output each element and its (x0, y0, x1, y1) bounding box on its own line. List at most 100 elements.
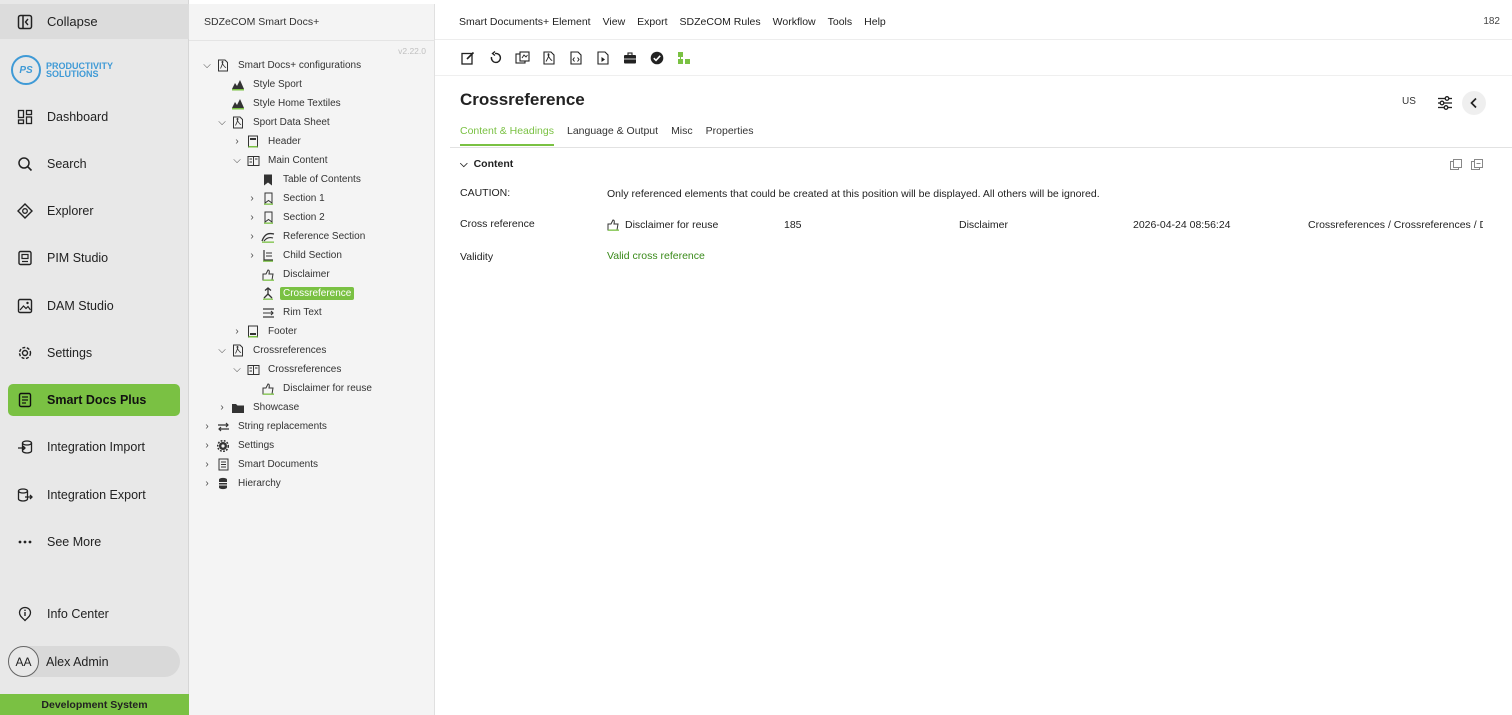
chevron-down-icon[interactable]: ⌵ (201, 60, 213, 71)
tree-node[interactable]: › Header (231, 132, 304, 151)
divider (435, 75, 1512, 76)
structure-tree-panel: SDZeCOM Smart Docs+ v2.22.0 ⌵ Smart Docs… (189, 4, 435, 715)
content-section-header[interactable]: ⌵ Content (460, 158, 513, 170)
nav-item-explorer[interactable]: Explorer (8, 195, 180, 227)
pdf-icon[interactable] (540, 49, 558, 67)
tree-node[interactable]: Style Sport (231, 75, 305, 94)
caution-text: Only referenced elements that could be c… (607, 188, 1100, 200)
chevron-right-icon[interactable]: › (246, 212, 258, 223)
validity-label: Validity (460, 251, 494, 263)
nav-label: Dashboard (47, 110, 109, 124)
chevron-left-icon[interactable] (1462, 91, 1486, 115)
nav-item-info-center[interactable]: Info Center (8, 598, 180, 630)
nav-item-integration-import[interactable]: Integration Import (8, 431, 180, 463)
menu-item-tools[interactable]: Tools (828, 16, 853, 28)
menu-item-export[interactable]: Export (637, 16, 667, 28)
header-icon (246, 135, 260, 149)
chevron-down-icon[interactable]: ⌵ (216, 117, 228, 128)
crossref-name: Disclaimer for reuse (625, 219, 719, 231)
tree-node[interactable]: › Reference Section (246, 227, 368, 246)
nav-item-search[interactable]: Search (8, 148, 180, 180)
tree-node-label: String replacements (238, 421, 327, 432)
chevron-right-icon[interactable]: › (246, 250, 258, 261)
edit-icon[interactable] (459, 49, 477, 67)
content-icon (246, 363, 260, 377)
collapse-button[interactable]: Collapse (0, 4, 189, 39)
chevron-down-icon[interactable]: ⌵ (216, 345, 228, 356)
chevron-right-icon[interactable]: › (201, 421, 213, 432)
tree-node[interactable]: ⌵ Sport Data Sheet (216, 113, 333, 132)
tree-node[interactable]: Rim Text (261, 303, 325, 322)
tree-node[interactable]: Disclaimer for reuse (261, 379, 375, 398)
menu-item-view[interactable]: View (603, 16, 626, 28)
crossref-target[interactable]: Disclaimer for reuse (607, 219, 718, 231)
tree-node-label: Table of Contents (283, 174, 361, 185)
tree-node[interactable]: Disclaimer (261, 265, 333, 284)
language-selector[interactable]: US (1402, 96, 1416, 107)
nav-item-pim-studio[interactable]: PIM Studio (8, 242, 180, 274)
nav-item-dashboard[interactable]: Dashboard (8, 101, 180, 133)
tree-node[interactable]: Style Home Textiles (231, 94, 344, 113)
xml-icon[interactable] (567, 49, 585, 67)
tree-node[interactable]: › Child Section (246, 246, 345, 265)
tree-node[interactable]: › Section 1 (246, 189, 328, 208)
tree-node-label: Sport Data Sheet (253, 117, 330, 128)
disclaimer-icon (607, 219, 620, 231)
tree-node[interactable]: ⌵ Crossreferences (216, 341, 329, 360)
settings-sliders-icon[interactable] (1434, 92, 1456, 114)
tab-properties[interactable]: Properties (706, 125, 754, 146)
tree-node[interactable]: › Section 2 (246, 208, 328, 227)
chevron-right-icon[interactable]: › (231, 136, 243, 147)
compare-icon[interactable] (513, 49, 531, 67)
menu-item-help[interactable]: Help (864, 16, 886, 28)
chevron-right-icon[interactable]: › (246, 193, 258, 204)
tab-language-output[interactable]: Language & Output (567, 125, 658, 146)
crossref-label: Cross reference (460, 218, 535, 230)
chevron-right-icon[interactable]: › (201, 440, 213, 451)
preview-icon[interactable] (594, 49, 612, 67)
structure-icon[interactable] (675, 49, 693, 67)
tree-node-label: Disclaimer (283, 269, 330, 280)
tree-node[interactable]: › Hierarchy (201, 474, 284, 493)
tree-node[interactable]: ⌵ Main Content (231, 151, 330, 170)
tree-node-label: Crossreference (280, 287, 355, 300)
chevron-right-icon[interactable]: › (201, 478, 213, 489)
briefcase-icon[interactable] (621, 49, 639, 67)
nav-item-see-more[interactable]: See More (8, 526, 180, 558)
nav-item-smart-docs-plus[interactable]: Smart Docs Plus (8, 384, 180, 416)
nav-label: Search (47, 157, 87, 171)
chevron-right-icon[interactable]: › (246, 231, 258, 242)
tree-node-label: Child Section (283, 250, 342, 261)
nav-item-integration-export[interactable]: Integration Export (8, 479, 180, 511)
nav-item-dam-studio[interactable]: DAM Studio (8, 290, 180, 322)
tree-node[interactable]: › Footer (231, 322, 300, 341)
reload-icon[interactable] (486, 49, 504, 67)
tree-node[interactable]: › Showcase (216, 398, 302, 417)
menu-item-workflow[interactable]: Workflow (773, 16, 816, 28)
tree-node[interactable]: › String replacements (201, 417, 330, 436)
tree-node[interactable]: Table of Contents (261, 170, 364, 189)
tree-node-selected[interactable]: Crossreference (261, 284, 355, 303)
chevron-right-icon[interactable]: › (201, 459, 213, 470)
tree-node[interactable]: ⌵ Crossreferences (231, 360, 344, 379)
tree-node[interactable]: › Settings (201, 436, 277, 455)
tree-node[interactable]: › Smart Documents (201, 455, 321, 474)
tree-node-label: Crossreferences (268, 364, 342, 375)
tab-content-headings[interactable]: Content & Headings (460, 125, 554, 146)
copy-icon[interactable] (1449, 158, 1463, 172)
check-icon[interactable] (648, 49, 666, 67)
chevron-right-icon[interactable]: › (216, 402, 228, 413)
main-content: Smart Documents+ Element View Export SDZ… (435, 4, 1512, 715)
menu-item-rules[interactable]: SDZeCOM Rules (680, 16, 761, 28)
chevron-right-icon[interactable]: › (231, 326, 243, 337)
menu-item-element[interactable]: Smart Documents+ Element (459, 16, 591, 28)
chevron-down-icon[interactable]: ⌵ (231, 364, 243, 375)
paste-icon[interactable] (1470, 158, 1484, 172)
nav-item-settings[interactable]: Settings (8, 337, 180, 369)
chevron-down-icon[interactable]: ⌵ (231, 155, 243, 166)
tree-node-label: Settings (238, 440, 275, 451)
export-icon (16, 486, 34, 504)
tab-misc[interactable]: Misc (671, 125, 693, 146)
user-menu[interactable]: AA Alex Admin (8, 646, 180, 677)
tree-node[interactable]: ⌵ Smart Docs+ configurations (201, 56, 364, 75)
